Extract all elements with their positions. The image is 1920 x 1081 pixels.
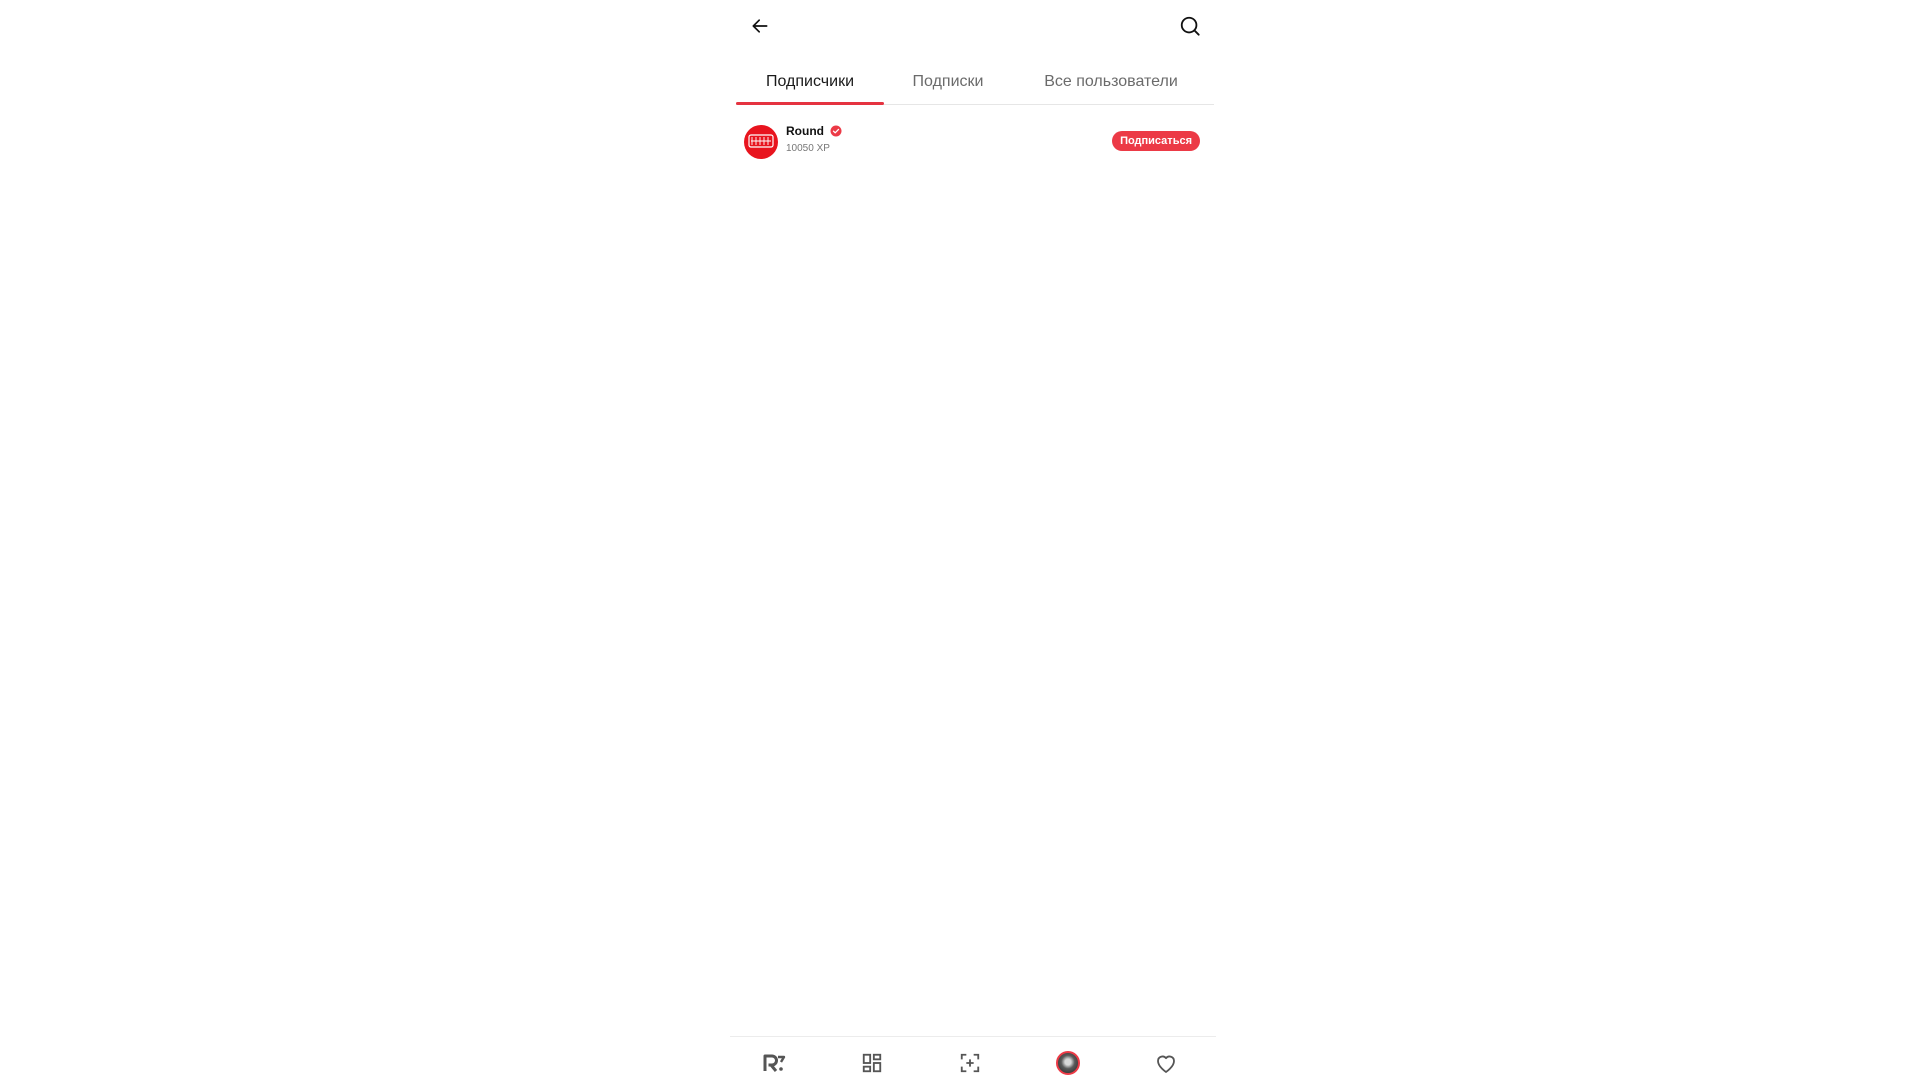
avatar-logo bbox=[748, 134, 774, 150]
nav-create[interactable] bbox=[952, 1045, 988, 1081]
app-screen: Подписчики Подписки Все пользователи Rou… bbox=[730, 0, 1216, 1080]
search-icon bbox=[1180, 16, 1200, 36]
grid-icon bbox=[862, 1053, 882, 1073]
nav-likes[interactable] bbox=[1148, 1045, 1184, 1081]
round-logo-icon bbox=[748, 134, 774, 148]
nav-home[interactable] bbox=[756, 1045, 792, 1081]
back-button[interactable] bbox=[742, 8, 778, 44]
nav-grid[interactable] bbox=[854, 1045, 890, 1081]
verified-badge-icon bbox=[830, 125, 842, 137]
bottom-nav bbox=[730, 1036, 1216, 1081]
tab-bar: Подписчики Подписки Все пользователи bbox=[736, 60, 1214, 105]
search-button[interactable] bbox=[1172, 8, 1208, 44]
heart-icon bbox=[1157, 1055, 1175, 1073]
user-name-text: Round bbox=[786, 124, 824, 138]
tab-all-users[interactable]: Все пользователи bbox=[1016, 60, 1206, 104]
tab-following[interactable]: Подписки bbox=[884, 60, 1012, 104]
subscribe-button[interactable]: Подписаться bbox=[1112, 131, 1200, 151]
avatar[interactable] bbox=[744, 125, 778, 159]
user-name[interactable]: Round bbox=[786, 124, 842, 138]
profile-avatar-icon bbox=[1056, 1051, 1080, 1075]
user-xp: 10050 XP bbox=[786, 143, 830, 154]
tab-followers[interactable]: Подписчики bbox=[736, 60, 884, 105]
top-bar bbox=[730, 0, 1216, 52]
arrow-left-icon bbox=[752, 19, 768, 33]
app-logo-icon bbox=[763, 1054, 786, 1072]
nav-profile[interactable] bbox=[1050, 1045, 1086, 1081]
create-post-icon bbox=[960, 1053, 980, 1073]
list-item[interactable]: Round 10050 XP Подписаться bbox=[744, 120, 1200, 164]
